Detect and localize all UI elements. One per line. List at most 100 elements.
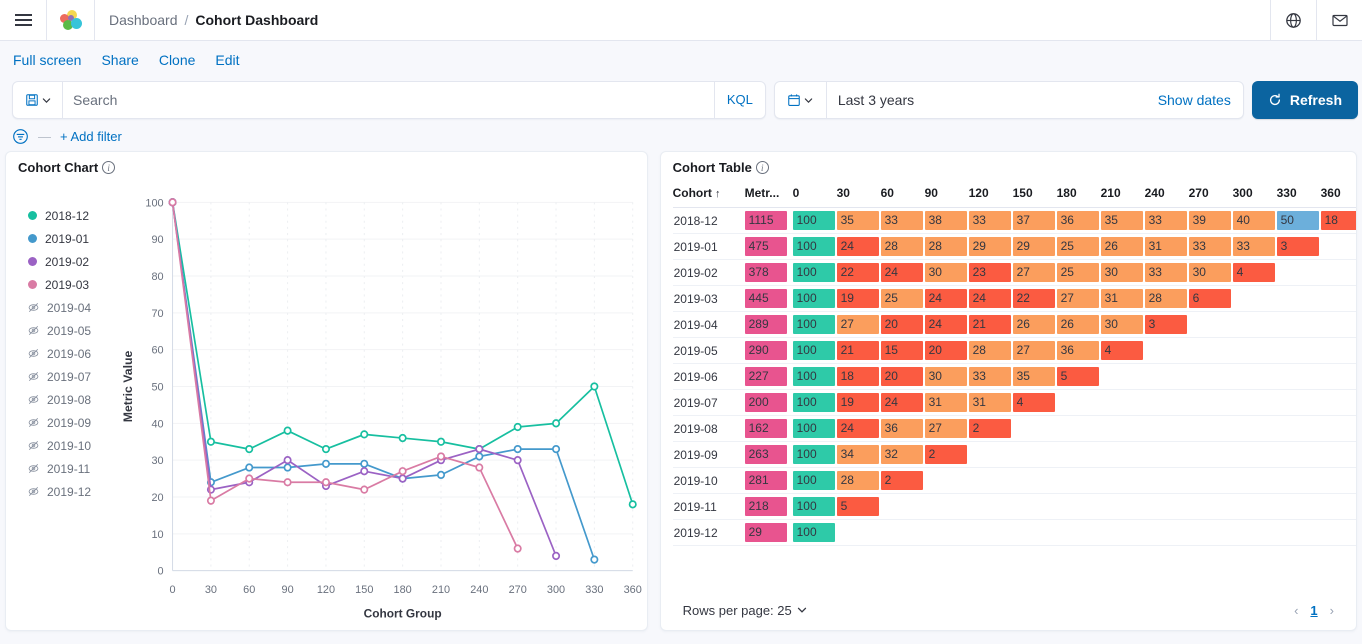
- data-point[interactable]: [360, 467, 369, 476]
- eye-slash-icon: [28, 371, 39, 382]
- calendar-quick-select-button[interactable]: [775, 82, 827, 118]
- info-icon[interactable]: i: [755, 161, 769, 174]
- globe-button[interactable]: [1271, 0, 1316, 40]
- table-row: 2019-05 290 100 21 15 20 28 27 36 4: [672, 337, 1356, 364]
- data-point[interactable]: [398, 467, 407, 476]
- data-point[interactable]: [590, 382, 599, 391]
- refresh-button[interactable]: Refresh: [1251, 81, 1358, 119]
- legend-item-2019-01[interactable]: 2019-01: [28, 227, 119, 250]
- page-number-1[interactable]: 1: [1310, 603, 1317, 618]
- rows-per-page-selector[interactable]: Rows per page: 25: [683, 603, 807, 618]
- legend-item-2019-03[interactable]: 2019-03: [28, 273, 119, 296]
- time-range-value[interactable]: Last 3 years: [827, 92, 1146, 108]
- kibana-logo-link[interactable]: [47, 10, 94, 30]
- data-point[interactable]: [475, 452, 484, 461]
- data-point[interactable]: [437, 470, 446, 480]
- metric-chip: 281: [744, 471, 787, 490]
- column-header-330[interactable]: 330: [1276, 180, 1321, 208]
- column-header-120[interactable]: 120: [968, 180, 1013, 208]
- data-point[interactable]: [513, 544, 522, 553]
- legend-item-2019-05[interactable]: 2019-05: [28, 319, 119, 342]
- data-point[interactable]: [437, 452, 446, 461]
- data-point[interactable]: [321, 478, 330, 487]
- data-point[interactable]: [283, 478, 292, 487]
- data-point[interactable]: [360, 485, 369, 494]
- data-point[interactable]: [552, 444, 561, 454]
- column-header-150[interactable]: 150: [1012, 180, 1057, 208]
- data-point[interactable]: [552, 551, 561, 561]
- saved-query-button[interactable]: [13, 82, 63, 118]
- legend-item-label: 2019-12: [47, 484, 92, 499]
- next-page-button[interactable]: ›: [1330, 603, 1334, 618]
- column-header-300[interactable]: 300: [1232, 180, 1277, 208]
- data-point[interactable]: [321, 459, 330, 468]
- column-header-360[interactable]: 360: [1320, 180, 1356, 208]
- column-header-270[interactable]: 270: [1188, 180, 1233, 208]
- data-point[interactable]: [321, 444, 330, 454]
- data-point[interactable]: [628, 500, 637, 509]
- legend-item-2019-06[interactable]: 2019-06: [28, 342, 119, 365]
- data-point[interactable]: [168, 198, 177, 207]
- column-header-240[interactable]: 240: [1144, 180, 1189, 208]
- add-filter-button[interactable]: + Add filter: [60, 129, 122, 144]
- data-point[interactable]: [475, 463, 484, 472]
- data-point[interactable]: [360, 459, 369, 468]
- data-point[interactable]: [513, 422, 522, 432]
- legend-item-2019-10[interactable]: 2019-10: [28, 434, 119, 457]
- column-header-metr[interactable]: Metr...: [744, 180, 793, 208]
- column-header-cohort[interactable]: Cohort ↑: [672, 180, 745, 208]
- breadcrumb-dashboard[interactable]: Dashboard: [109, 12, 178, 28]
- data-point[interactable]: [360, 430, 369, 439]
- show-dates-button[interactable]: Show dates: [1146, 92, 1243, 108]
- data-point[interactable]: [398, 474, 407, 483]
- column-header-90[interactable]: 90: [924, 180, 969, 208]
- column-header-210[interactable]: 210: [1100, 180, 1145, 208]
- globe-icon: [1286, 12, 1301, 28]
- column-header-180[interactable]: 180: [1056, 180, 1101, 208]
- data-point[interactable]: [245, 474, 254, 483]
- data-point[interactable]: [398, 433, 407, 443]
- search-input[interactable]: [63, 92, 714, 108]
- column-header-60[interactable]: 60: [880, 180, 925, 208]
- column-header-30[interactable]: 30: [836, 180, 881, 208]
- value-chip: 20: [924, 341, 967, 360]
- data-point[interactable]: [475, 444, 484, 454]
- cell-value: [1144, 363, 1189, 390]
- data-point[interactable]: [283, 463, 292, 472]
- hamburger-menu-button[interactable]: [0, 0, 46, 40]
- legend-item-2019-09[interactable]: 2019-09: [28, 411, 119, 434]
- mail-button[interactable]: [1317, 0, 1362, 40]
- data-point[interactable]: [206, 437, 215, 446]
- line-chart-svg[interactable]: 0 10 20 30 40 50 60 70 80 90 100 0 30 60 90 120 150 180 21…: [119, 188, 647, 630]
- edit-button[interactable]: Edit: [215, 53, 239, 67]
- clone-button[interactable]: Clone: [159, 53, 196, 67]
- legend-item-2018-12[interactable]: 2018-12: [28, 204, 119, 227]
- prev-page-button[interactable]: ‹: [1294, 603, 1298, 618]
- cell-value: [1276, 415, 1321, 442]
- data-point[interactable]: [245, 444, 254, 454]
- legend-item-2019-02[interactable]: 2019-02: [28, 250, 119, 273]
- data-point[interactable]: [245, 463, 254, 472]
- legend-item-2019-11[interactable]: 2019-11: [28, 457, 119, 480]
- filter-icon[interactable]: [12, 128, 29, 145]
- data-point[interactable]: [513, 444, 522, 454]
- value-chip: 100: [792, 367, 835, 386]
- info-icon[interactable]: i: [102, 161, 116, 174]
- data-point[interactable]: [552, 419, 561, 428]
- data-point[interactable]: [513, 456, 522, 465]
- legend-item-2019-04[interactable]: 2019-04: [28, 296, 119, 319]
- data-point[interactable]: [437, 437, 446, 446]
- cell-value: [1188, 337, 1233, 364]
- full-screen-button[interactable]: Full screen: [13, 53, 81, 67]
- data-point[interactable]: [206, 496, 215, 505]
- legend-item-2019-08[interactable]: 2019-08: [28, 388, 119, 411]
- data-point[interactable]: [283, 426, 292, 435]
- share-button[interactable]: Share: [101, 53, 138, 67]
- legend-item-2019-12[interactable]: 2019-12: [28, 480, 119, 503]
- kql-button[interactable]: KQL: [713, 82, 765, 118]
- cell-value: 31: [1144, 233, 1189, 260]
- data-point[interactable]: [590, 555, 599, 564]
- data-point[interactable]: [283, 456, 292, 465]
- legend-item-2019-07[interactable]: 2019-07: [28, 365, 119, 388]
- column-header-0[interactable]: 0: [792, 180, 837, 208]
